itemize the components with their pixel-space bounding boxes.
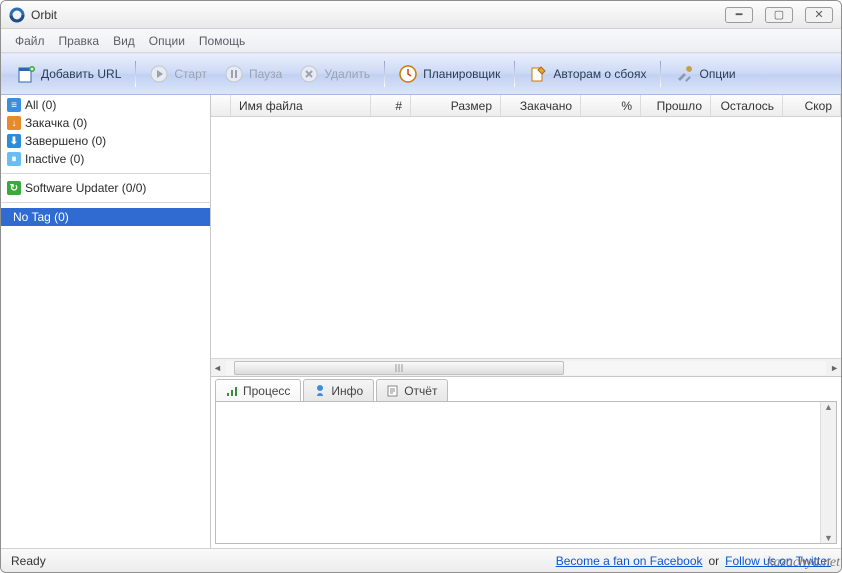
scheduler-button[interactable]: Планировщик: [391, 61, 508, 87]
pause-icon: [225, 65, 243, 83]
process-icon: [226, 385, 238, 397]
tab-info[interactable]: Инфо: [303, 379, 374, 401]
col-elapsed[interactable]: Прошло: [641, 95, 711, 116]
tab-process-label: Процесс: [243, 384, 290, 398]
menu-edit[interactable]: Правка: [59, 34, 100, 48]
toolbar: Добавить URL Старт Пауза Удалить П: [1, 53, 841, 95]
report-label: Авторам о сбоях: [553, 67, 646, 81]
add-url-icon: [17, 65, 35, 83]
col-selector[interactable]: [211, 95, 231, 116]
window-title: Orbit: [31, 8, 57, 22]
sidebar-all-label: All (0): [25, 98, 56, 112]
tab-process[interactable]: Процесс: [215, 379, 301, 401]
col-size[interactable]: Размер: [411, 95, 501, 116]
sidebar-item-completed[interactable]: ⬇ Завершено (0): [1, 132, 210, 150]
detail-tabs: Процесс Инфо Отчёт: [211, 377, 841, 401]
sidebar-completed-label: Завершено (0): [25, 134, 106, 148]
tab-report-label: Отчёт: [404, 384, 437, 398]
horizontal-scrollbar[interactable]: ◄ ►: [211, 358, 841, 376]
vertical-scrollbar[interactable]: ▲ ▼: [820, 402, 836, 543]
col-downloaded[interactable]: Закачано: [501, 95, 581, 116]
col-hash[interactable]: #: [371, 95, 411, 116]
menu-view[interactable]: Вид: [113, 34, 135, 48]
pause-label: Пауза: [249, 67, 282, 81]
start-label: Старт: [174, 67, 207, 81]
scroll-up-arrow[interactable]: ▲: [824, 402, 833, 412]
sidebar-notag-label: No Tag (0): [13, 210, 69, 224]
all-icon: ≡: [7, 98, 21, 112]
info-icon: [314, 385, 326, 397]
tab-info-label: Инфо: [331, 384, 363, 398]
sidebar-item-no-tag[interactable]: No Tag (0): [1, 208, 210, 226]
start-button[interactable]: Старт: [142, 61, 215, 87]
updater-icon: ↻: [7, 181, 21, 195]
twitter-link[interactable]: Follow us on Twitter: [725, 554, 831, 568]
main-panel: Имя файла # Размер Закачано % Прошло Ост…: [211, 95, 841, 548]
scroll-right-arrow[interactable]: ►: [830, 363, 839, 373]
client-area: ≡ All (0) ↓ Закачка (0) ⬇ Завершено (0) …: [1, 95, 841, 548]
pause-small-icon: ⏸: [7, 152, 21, 166]
report-bug-button[interactable]: Авторам о сбоях: [521, 61, 654, 87]
scrollbar-thumb[interactable]: [234, 361, 564, 375]
app-window: Orbit ━ ▢ ✕ Файл Правка Вид Опции Помощь…: [0, 0, 842, 573]
close-button[interactable]: ✕: [805, 7, 833, 23]
report-small-icon: [387, 385, 399, 397]
scroll-down-arrow[interactable]: ▼: [824, 533, 833, 543]
menu-options[interactable]: Опции: [149, 34, 185, 48]
sidebar: ≡ All (0) ↓ Закачка (0) ⬇ Завершено (0) …: [1, 95, 211, 548]
minimize-button[interactable]: ━: [725, 7, 753, 23]
facebook-link[interactable]: Become a fan on Facebook: [556, 554, 703, 568]
tools-icon: [675, 65, 693, 83]
sidebar-downloading-label: Закачка (0): [25, 116, 87, 130]
col-percent[interactable]: %: [581, 95, 641, 116]
statusbar: Ready Become a fan on Facebook or Follow…: [1, 548, 841, 572]
details-pane: Процесс Инфо Отчёт: [211, 376, 841, 548]
delete-icon: [300, 65, 318, 83]
col-speed[interactable]: Скор: [783, 95, 841, 116]
app-icon: [9, 7, 25, 23]
options-button[interactable]: Опции: [667, 61, 743, 87]
sidebar-updater-label: Software Updater (0/0): [25, 181, 146, 195]
report-icon: [529, 65, 547, 83]
scheduler-label: Планировщик: [423, 67, 500, 81]
log-area[interactable]: ▲ ▼: [215, 401, 837, 544]
done-icon: ⬇: [7, 134, 21, 148]
sidebar-item-all[interactable]: ≡ All (0): [1, 96, 210, 114]
scrollbar-track[interactable]: [226, 361, 826, 375]
clock-icon: [399, 65, 417, 83]
titlebar[interactable]: Orbit ━ ▢ ✕: [1, 1, 841, 29]
delete-label: Удалить: [324, 67, 370, 81]
play-icon: [150, 65, 168, 83]
options-label: Опции: [699, 67, 735, 81]
menu-file[interactable]: Файл: [15, 34, 45, 48]
scroll-left-arrow[interactable]: ◄: [213, 363, 222, 373]
pause-button[interactable]: Пауза: [217, 61, 290, 87]
add-url-label: Добавить URL: [41, 67, 121, 81]
down-icon: ↓: [7, 116, 21, 130]
grid-header: Имя файла # Размер Закачано % Прошло Ост…: [211, 95, 841, 117]
menu-help[interactable]: Помощь: [199, 34, 245, 48]
add-url-button[interactable]: Добавить URL: [9, 61, 129, 87]
sidebar-inactive-label: Inactive (0): [25, 152, 84, 166]
col-remaining[interactable]: Осталось: [711, 95, 783, 116]
sidebar-item-inactive[interactable]: ⏸ Inactive (0): [1, 150, 210, 168]
sidebar-item-software-updater[interactable]: ↻ Software Updater (0/0): [1, 179, 210, 197]
status-text: Ready: [11, 554, 46, 568]
status-or: or: [709, 554, 720, 568]
grid-body[interactable]: [211, 117, 841, 358]
col-filename[interactable]: Имя файла: [231, 95, 371, 116]
delete-button[interactable]: Удалить: [292, 61, 378, 87]
sidebar-item-downloading[interactable]: ↓ Закачка (0): [1, 114, 210, 132]
maximize-button[interactable]: ▢: [765, 7, 793, 23]
menubar: Файл Правка Вид Опции Помощь: [1, 29, 841, 53]
tab-report[interactable]: Отчёт: [376, 379, 448, 401]
